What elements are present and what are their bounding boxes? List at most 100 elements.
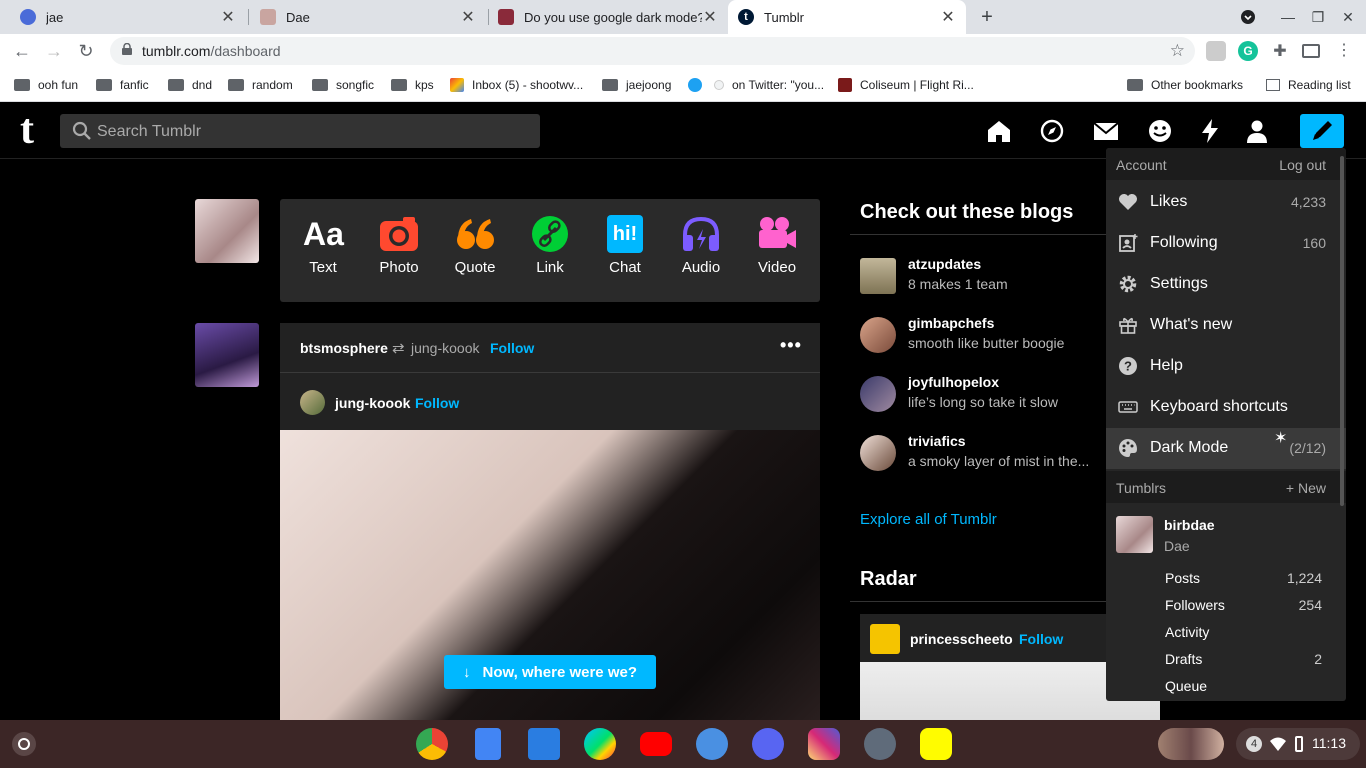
my-avatar[interactable] xyxy=(195,199,259,263)
discord-app-icon[interactable] xyxy=(752,728,784,760)
follow-author-button[interactable]: Follow xyxy=(415,395,459,411)
reblogger-name[interactable]: btsmosphere xyxy=(300,340,388,356)
suggested-blog[interactable]: atzupdates 8 makes 1 team xyxy=(860,256,1110,298)
chrome-app-icon[interactable] xyxy=(416,728,448,760)
close-tab-icon[interactable]: ✕ xyxy=(702,7,718,27)
compose-post-button[interactable] xyxy=(1300,114,1344,148)
other-bookmarks[interactable]: Other bookmarks xyxy=(1127,76,1243,94)
grammarly-icon[interactable]: G xyxy=(1238,41,1258,61)
files-app-icon[interactable] xyxy=(528,728,560,760)
tab-tumblr[interactable]: t Tumblr ✕ xyxy=(728,0,966,34)
bookmark-folder[interactable]: kps xyxy=(391,76,434,94)
author-avatar[interactable] xyxy=(300,390,325,415)
holding-space-thumbnails[interactable] xyxy=(1158,728,1224,760)
bookmark-folder[interactable]: songfic xyxy=(312,76,374,94)
account-person-icon[interactable] xyxy=(1243,117,1271,145)
bookmark-twitter-post[interactable]: on Twitter: "you... xyxy=(714,76,824,94)
logout-link[interactable]: Log out xyxy=(1279,157,1326,173)
menu-item-likes[interactable]: Likes 4,233 xyxy=(1106,182,1346,223)
close-tab-icon[interactable]: ✕ xyxy=(460,7,476,27)
radar-blog-name[interactable]: princesscheeto xyxy=(910,631,1013,647)
compose-audio-button[interactable]: Audio xyxy=(663,215,739,276)
radar-follow-button[interactable]: Follow xyxy=(1019,631,1063,647)
browser-menu-icon[interactable]: ⋮ xyxy=(1334,41,1354,61)
compose-photo-button[interactable]: Photo xyxy=(361,215,437,276)
bookmark-gmail[interactable]: Inbox (5) - shootwv... xyxy=(450,76,583,94)
messaging-face-icon[interactable] xyxy=(1146,117,1174,145)
radar-blog-avatar[interactable] xyxy=(870,624,900,654)
forward-icon[interactable]: → xyxy=(42,39,66,63)
bookmark-twitter[interactable] xyxy=(688,76,710,94)
status-tray[interactable]: 4 11:13 xyxy=(1236,728,1360,760)
instagram-app-icon[interactable] xyxy=(808,728,840,760)
explore-compass-icon[interactable] xyxy=(1038,117,1066,145)
clock-app-icon[interactable] xyxy=(696,728,728,760)
close-tab-icon[interactable]: ✕ xyxy=(220,7,236,27)
blog-activity-link[interactable]: Activity xyxy=(1106,618,1346,645)
author-name[interactable]: jung-koook xyxy=(335,395,410,411)
follow-button[interactable]: Follow xyxy=(490,340,534,356)
blog-queue-link[interactable]: Queue xyxy=(1106,672,1346,699)
launcher-icon[interactable] xyxy=(12,732,36,756)
reblogger-avatar[interactable] xyxy=(195,323,259,387)
home-icon[interactable] xyxy=(985,117,1013,145)
close-window-icon[interactable]: ✕ xyxy=(1337,6,1359,28)
explore-all-link[interactable]: Explore all of Tumblr xyxy=(860,511,997,528)
menu-item-whats-new[interactable]: What's new xyxy=(1106,305,1346,346)
post-more-options-icon[interactable]: ••• xyxy=(780,335,802,356)
activity-lightning-icon[interactable] xyxy=(1196,117,1224,145)
youtube-app-icon[interactable] xyxy=(640,732,672,756)
menu-item-settings[interactable]: Settings xyxy=(1106,264,1346,305)
new-blog-link[interactable]: + New xyxy=(1286,480,1326,496)
cast-icon[interactable] xyxy=(1302,44,1320,58)
blog-followers-link[interactable]: Followers 254 xyxy=(1106,591,1346,618)
bookmark-star-icon[interactable]: ☆ xyxy=(1170,41,1185,61)
search-input[interactable]: Search Tumblr xyxy=(60,114,540,148)
bookmark-coliseum[interactable]: Coliseum | Flight Ri... xyxy=(838,76,974,94)
close-tab-icon[interactable]: ✕ xyxy=(940,7,956,27)
menu-item-following[interactable]: Following 160 xyxy=(1106,223,1346,264)
extension-icon[interactable] xyxy=(1206,41,1226,61)
tab-dark-mode-question[interactable]: Do you use google dark mode? - ✕ xyxy=(488,0,728,34)
menu-item-help[interactable]: ? Help xyxy=(1106,346,1346,387)
snapchat-app-icon[interactable] xyxy=(920,728,952,760)
compose-link-button[interactable]: Link xyxy=(512,215,588,276)
tumblr-logo[interactable]: t xyxy=(20,109,34,151)
bookmark-folder[interactable]: ooh fun xyxy=(14,76,78,94)
settings-app-icon[interactable] xyxy=(864,728,896,760)
compose-chat-button[interactable]: hi! Chat xyxy=(587,215,663,276)
extensions-puzzle-icon[interactable]: ✚ xyxy=(1270,41,1290,61)
bookmark-folder[interactable]: random xyxy=(228,76,293,94)
tab-search-icon[interactable] xyxy=(1237,6,1259,28)
docs-app-icon[interactable] xyxy=(475,728,501,760)
blog-name[interactable]: birbdae xyxy=(1164,517,1215,533)
suggested-blog[interactable]: joyfulhopelox life’s long so take it slow xyxy=(860,374,1110,416)
compose-quote-button[interactable]: Quote xyxy=(437,215,513,276)
tab-jae[interactable]: jae ✕ xyxy=(10,0,246,34)
reload-icon[interactable]: ↻ xyxy=(74,39,98,63)
blog-drafts-link[interactable]: Drafts 2 xyxy=(1106,645,1346,672)
menu-item-dark-mode[interactable]: Dark Mode (2/12) ✶ xyxy=(1106,428,1346,469)
menu-item-keyboard-shortcuts[interactable]: Keyboard shortcuts xyxy=(1106,387,1346,428)
reading-list[interactable]: Reading list xyxy=(1266,76,1351,94)
resume-position-button[interactable]: ↓ Now, where were we? xyxy=(444,655,656,689)
minimize-icon[interactable]: — xyxy=(1277,6,1299,28)
blog-avatar[interactable] xyxy=(1116,516,1153,553)
bookmark-folder[interactable]: fanfic xyxy=(96,76,149,94)
play-store-app-icon[interactable] xyxy=(584,728,616,760)
inbox-mail-icon[interactable] xyxy=(1092,117,1120,145)
new-tab-button[interactable]: + xyxy=(976,6,998,28)
compose-text-button[interactable]: Aa Text xyxy=(285,215,361,276)
suggested-blog[interactable]: triviafics a smoky layer of mist in the..… xyxy=(860,433,1110,475)
compose-video-button[interactable]: Video xyxy=(739,215,815,276)
menu-scrollbar[interactable] xyxy=(1340,156,1344,506)
bookmark-folder[interactable]: jaejoong xyxy=(602,76,671,94)
suggested-blog[interactable]: gimbapchefs smooth like butter boogie xyxy=(860,315,1110,357)
tab-dae[interactable]: Dae ✕ xyxy=(250,0,486,34)
restore-icon[interactable]: ❐ xyxy=(1307,6,1329,28)
source-blog-name[interactable]: jung-koook xyxy=(411,340,480,356)
back-icon[interactable]: ← xyxy=(10,39,34,63)
bookmark-folder[interactable]: dnd xyxy=(168,76,212,94)
blog-posts-link[interactable]: Posts 1,224 xyxy=(1106,564,1346,591)
address-bar[interactable]: tumblr.com/dashboard ☆ xyxy=(110,37,1195,65)
